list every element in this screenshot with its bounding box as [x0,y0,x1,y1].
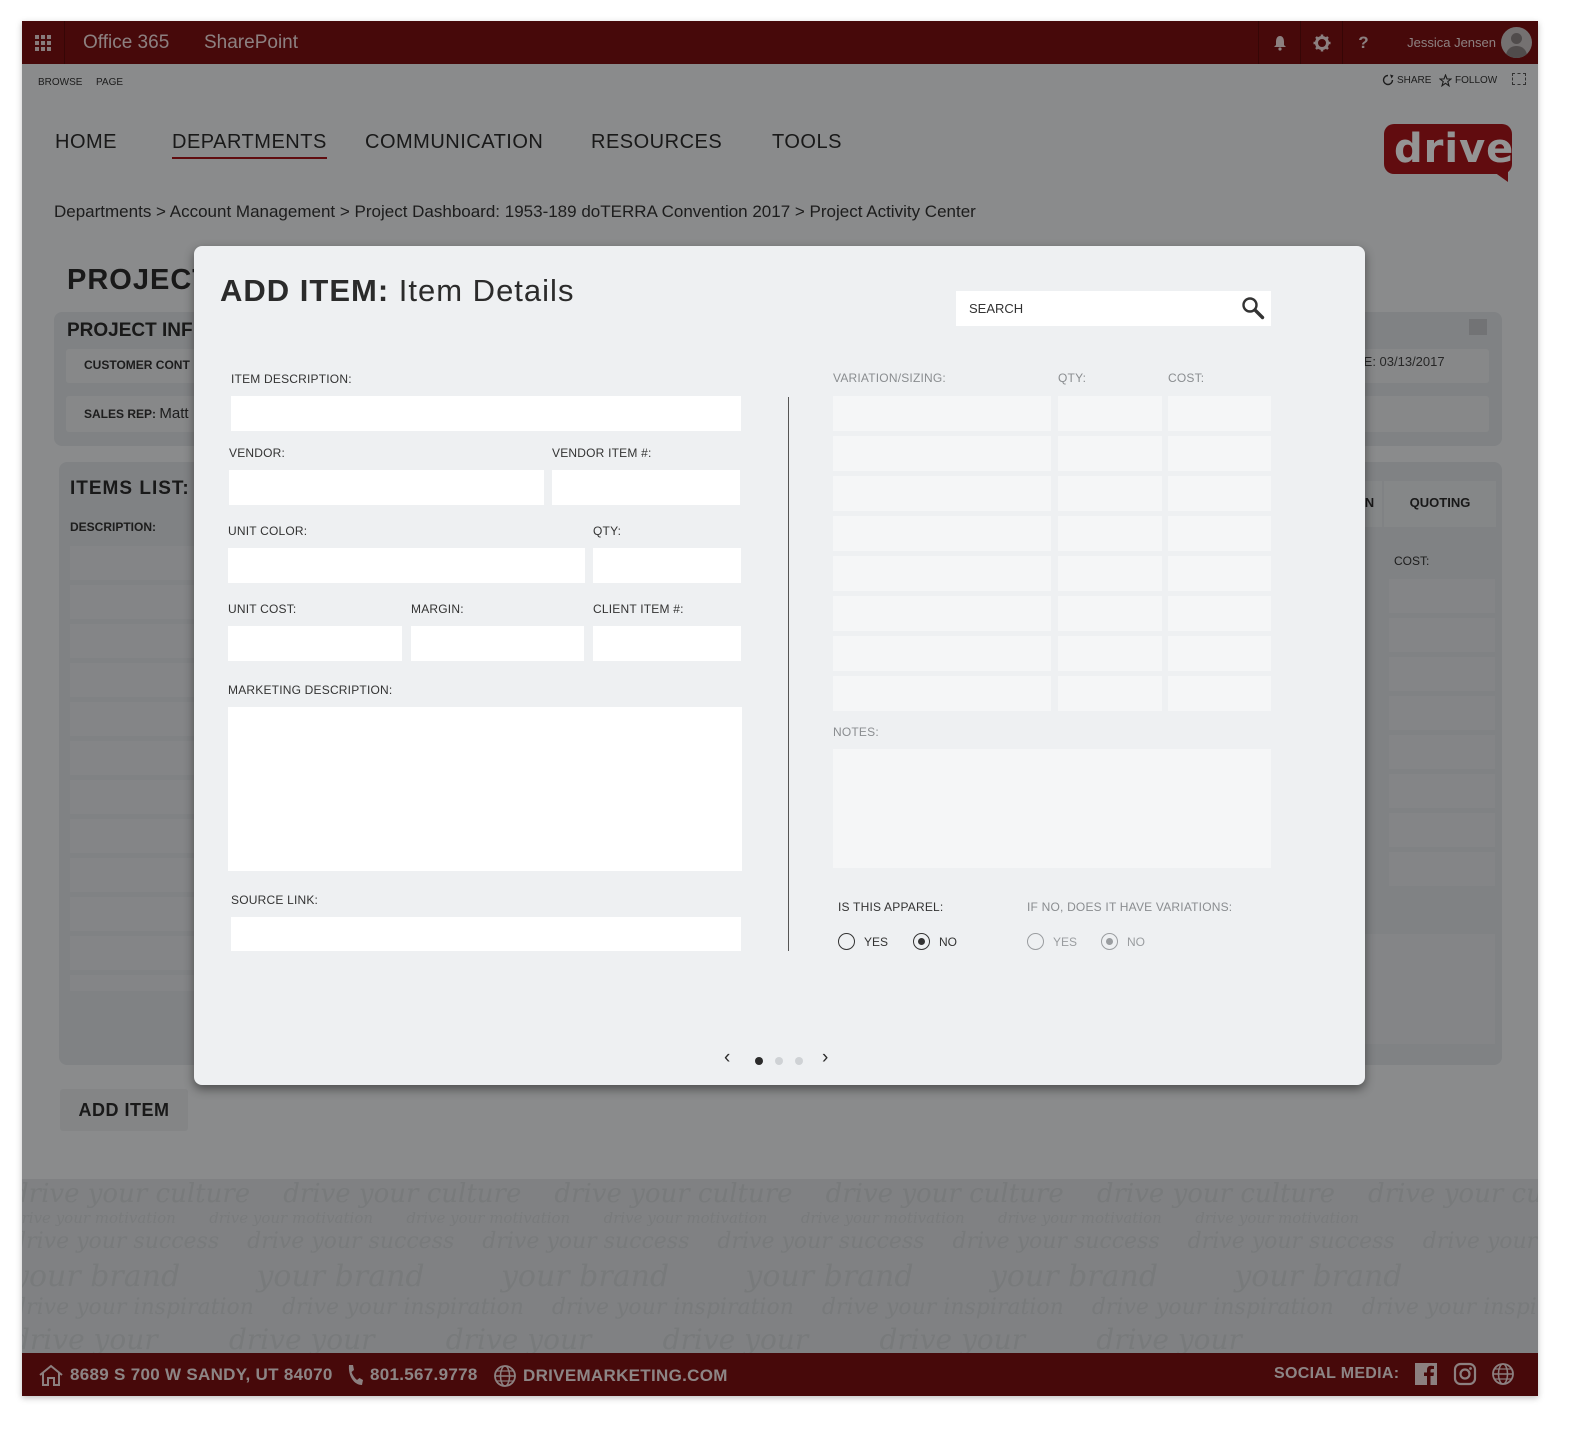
variation-cost-cell[interactable] [1168,476,1271,511]
variation-qty-cell[interactable] [1058,476,1162,511]
variation-qty-cell[interactable] [1058,676,1162,711]
notes-label: NOTES: [833,725,879,739]
radio-circle-checked [1101,933,1118,950]
variation-qty-cell[interactable] [1058,396,1162,431]
unit-cost-label: UNIT COST: [228,602,297,616]
qty-input[interactable] [593,548,741,583]
variation-qty-cell[interactable] [1058,436,1162,471]
apparel-no-radio[interactable]: NO [913,933,957,950]
qty-label: QTY: [593,524,622,538]
variation-cost-cell[interactable] [1168,556,1271,591]
variation-qty-cell[interactable] [1058,516,1162,551]
variation-sizing-cell[interactable] [833,556,1051,591]
source-link-label: SOURCE LINK: [231,893,319,907]
variation-cost-cell[interactable] [1168,436,1271,471]
margin-input[interactable] [411,626,584,661]
item-description-label: ITEM DESCRIPTION: [231,372,352,386]
search-input[interactable] [956,291,1236,326]
variation-cost-cell[interactable] [1168,396,1271,431]
variation-sizing-cell[interactable] [833,396,1051,431]
variation-cost-cell[interactable] [1168,596,1271,631]
radio-circle [838,933,855,950]
variation-cost-cell[interactable] [1168,516,1271,551]
page-frame: Office 365 SharePoint ? Jessica Jensen B… [22,21,1538,1396]
variation-cost-header: COST: [1168,371,1205,385]
unit-color-label: UNIT COLOR: [228,524,308,538]
search-box [956,291,1271,326]
vendor-label: VENDOR: [229,446,286,460]
apparel-yes-radio[interactable]: YES [838,933,888,950]
vendor-item-input[interactable] [552,470,740,505]
source-link-input[interactable] [231,917,741,951]
radio-circle [1027,933,1044,950]
notes-textarea[interactable] [833,749,1271,868]
unit-color-input[interactable] [228,548,585,583]
next-arrow-icon[interactable]: › [822,1047,828,1069]
unit-cost-input[interactable] [228,626,402,661]
add-item-modal: ADD ITEM: Item Details ITEM DESCRIPTION:… [194,246,1365,1085]
variations-no-radio[interactable]: NO [1101,933,1145,950]
radio-label: NO [939,934,957,949]
pager: ‹ › [724,1047,836,1070]
radio-label: YES [864,934,889,949]
marketing-description-textarea[interactable] [228,707,742,871]
variation-qty-cell[interactable] [1058,556,1162,591]
variation-cost-cell[interactable] [1168,636,1271,671]
vendor-input[interactable] [229,470,544,505]
client-item-input[interactable] [593,626,741,661]
variation-qty-cell[interactable] [1058,636,1162,671]
vendor-item-label: VENDOR ITEM #: [552,446,652,460]
client-item-label: CLIENT ITEM #: [593,602,684,616]
variation-sizing-cell[interactable] [833,476,1051,511]
radio-label: YES [1053,934,1078,949]
variation-sizing-cell[interactable] [833,636,1051,671]
apparel-label: IS THIS APPAREL: [838,900,944,914]
variation-qty-header: QTY: [1058,371,1087,385]
page-dot[interactable] [795,1057,803,1065]
has-variations-label: IF NO, DOES IT HAVE VARIATIONS: [1027,900,1233,914]
marketing-description-label: MARKETING DESCRIPTION: [228,683,393,697]
prev-arrow-icon[interactable]: ‹ [724,1047,730,1069]
item-description-input[interactable] [231,396,741,431]
variation-sizing-cell[interactable] [833,596,1051,631]
variation-cost-cell[interactable] [1168,676,1271,711]
modal-title-rest: Item Details [398,273,575,308]
radio-circle-checked [913,933,930,950]
variation-sizing-header: VARIATION/SIZING: [833,371,946,385]
margin-label: MARGIN: [411,602,464,616]
modal-title-bold: ADD ITEM: [220,273,390,308]
column-divider [788,397,789,951]
search-icon[interactable] [1241,296,1265,320]
variation-sizing-cell[interactable] [833,676,1051,711]
page-dot[interactable] [775,1057,783,1065]
variations-yes-radio[interactable]: YES [1027,933,1077,950]
modal-title: ADD ITEM: Item Details [220,273,574,309]
variation-sizing-cell[interactable] [833,516,1051,551]
variation-qty-cell[interactable] [1058,596,1162,631]
page-dot[interactable] [755,1057,763,1065]
variation-sizing-cell[interactable] [833,436,1051,471]
radio-label: NO [1127,934,1145,949]
